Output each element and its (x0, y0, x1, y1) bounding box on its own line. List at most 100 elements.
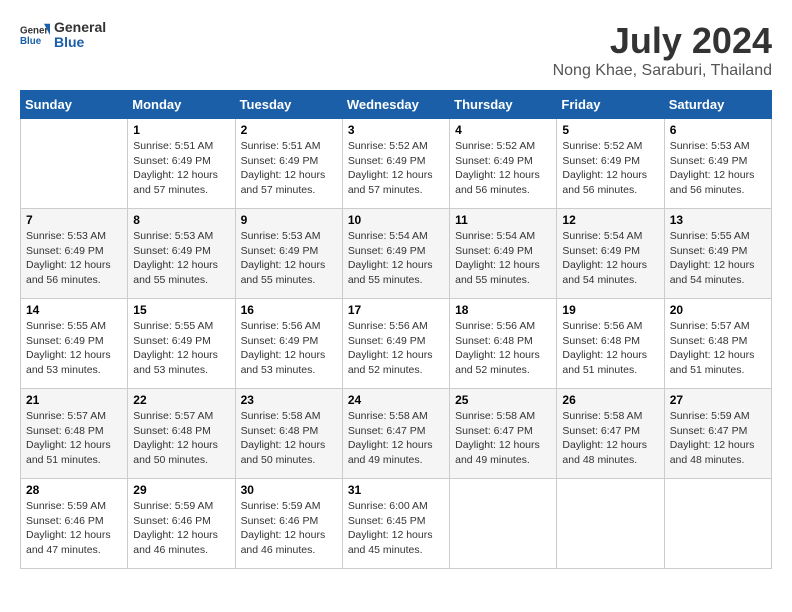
day-number: 15 (133, 303, 229, 317)
day-info: Sunrise: 5:52 AM Sunset: 6:49 PM Dayligh… (455, 139, 551, 198)
day-info: Sunrise: 5:56 AM Sunset: 6:49 PM Dayligh… (348, 319, 444, 378)
logo-blue-text: Blue (54, 35, 106, 50)
day-number: 14 (26, 303, 122, 317)
day-number: 25 (455, 393, 551, 407)
weekday-header-monday: Monday (128, 91, 235, 119)
calendar-cell: 13 Sunrise: 5:55 AM Sunset: 6:49 PM Dayli… (664, 209, 771, 299)
day-number: 8 (133, 213, 229, 227)
calendar-cell: 6Sunrise: 5:53 AM Sunset: 6:49 PM Daylig… (664, 119, 771, 209)
day-number: 30 (241, 483, 337, 497)
calendar-cell: 16 Sunrise: 5:56 AM Sunset: 6:49 PM Dayli… (235, 299, 342, 389)
day-info: Sunrise: 5:53 AM Sunset: 6:49 PM Dayligh… (133, 229, 229, 288)
day-info: Sunrise: 5:59 AM Sunset: 6:46 PM Dayligh… (133, 499, 229, 558)
day-info: Sunrise: 5:51 AM Sunset: 6:49 PM Dayligh… (133, 139, 229, 198)
day-number: 31 (348, 483, 444, 497)
calendar-cell: 28 Sunrise: 5:59 AM Sunset: 6:46 PM Dayli… (21, 479, 128, 569)
day-info: Sunrise: 5:58 AM Sunset: 6:47 PM Dayligh… (348, 409, 444, 468)
calendar-cell: 29 Sunrise: 5:59 AM Sunset: 6:46 PM Dayli… (128, 479, 235, 569)
calendar-cell: 5 Sunrise: 5:52 AM Sunset: 6:49 PM Daylig… (557, 119, 664, 209)
day-number: 5 (562, 123, 658, 137)
calendar-cell: 14 Sunrise: 5:55 AM Sunset: 6:49 PM Dayli… (21, 299, 128, 389)
day-info: Sunrise: 5:57 AM Sunset: 6:48 PM Dayligh… (670, 319, 766, 378)
weekday-header-wednesday: Wednesday (342, 91, 449, 119)
day-info: Sunrise: 5:57 AM Sunset: 6:48 PM Dayligh… (26, 409, 122, 468)
day-number: 21 (26, 393, 122, 407)
calendar-cell: 11Sunrise: 5:54 AM Sunset: 6:49 PM Dayli… (450, 209, 557, 299)
calendar-week-row: 1 Sunrise: 5:51 AM Sunset: 6:49 PM Daylig… (21, 119, 772, 209)
day-info: Sunrise: 5:54 AM Sunset: 6:49 PM Dayligh… (562, 229, 658, 288)
calendar-cell: 15Sunrise: 5:55 AM Sunset: 6:49 PM Dayli… (128, 299, 235, 389)
day-info: Sunrise: 6:00 AM Sunset: 6:45 PM Dayligh… (348, 499, 444, 558)
day-number: 10 (348, 213, 444, 227)
day-info: Sunrise: 5:55 AM Sunset: 6:49 PM Dayligh… (26, 319, 122, 378)
day-info: Sunrise: 5:55 AM Sunset: 6:49 PM Dayligh… (670, 229, 766, 288)
day-number: 20 (670, 303, 766, 317)
logo-icon: General Blue (20, 20, 50, 50)
calendar-cell: 31 Sunrise: 6:00 AM Sunset: 6:45 PM Dayli… (342, 479, 449, 569)
calendar-cell: 27 Sunrise: 5:59 AM Sunset: 6:47 PM Dayli… (664, 389, 771, 479)
calendar-week-row: 7 Sunrise: 5:53 AM Sunset: 6:49 PM Daylig… (21, 209, 772, 299)
calendar-cell: 7Sunrise: 5:53 AM Sunset: 6:49 PM Daylig… (21, 209, 128, 299)
day-info: Sunrise: 5:58 AM Sunset: 6:47 PM Dayligh… (455, 409, 551, 468)
logo: General Blue General Blue (20, 20, 106, 51)
weekday-header-sunday: Sunday (21, 91, 128, 119)
calendar-cell: 8 Sunrise: 5:53 AM Sunset: 6:49 PM Daylig… (128, 209, 235, 299)
location-title: Nong Khae, Saraburi, Thailand (553, 62, 772, 80)
svg-text:Blue: Blue (20, 36, 42, 47)
day-number: 4 (455, 123, 551, 137)
month-title: July 2024 (553, 20, 772, 62)
day-number: 7 (26, 213, 122, 227)
day-number: 16 (241, 303, 337, 317)
day-number: 26 (562, 393, 658, 407)
calendar-cell: 26Sunrise: 5:58 AM Sunset: 6:47 PM Dayli… (557, 389, 664, 479)
day-number: 24 (348, 393, 444, 407)
day-number: 23 (241, 393, 337, 407)
logo-general-text: General (54, 20, 106, 35)
calendar-cell (21, 119, 128, 209)
calendar-cell: 12Sunrise: 5:54 AM Sunset: 6:49 PM Dayli… (557, 209, 664, 299)
day-info: Sunrise: 5:56 AM Sunset: 6:49 PM Dayligh… (241, 319, 337, 378)
day-number: 9 (241, 213, 337, 227)
calendar-cell: 24 Sunrise: 5:58 AM Sunset: 6:47 PM Dayli… (342, 389, 449, 479)
day-number: 29 (133, 483, 229, 497)
day-info: Sunrise: 5:59 AM Sunset: 6:46 PM Dayligh… (26, 499, 122, 558)
calendar-cell: 21 Sunrise: 5:57 AM Sunset: 6:48 PM Dayli… (21, 389, 128, 479)
calendar-table: SundayMondayTuesdayWednesdayThursdayFrid… (20, 90, 772, 569)
calendar-cell: 2 Sunrise: 5:51 AM Sunset: 6:49 PM Daylig… (235, 119, 342, 209)
calendar-cell: 4 Sunrise: 5:52 AM Sunset: 6:49 PM Daylig… (450, 119, 557, 209)
calendar-cell: 18Sunrise: 5:56 AM Sunset: 6:48 PM Dayli… (450, 299, 557, 389)
title-area: July 2024 Nong Khae, Saraburi, Thailand (553, 20, 772, 80)
calendar-week-row: 21 Sunrise: 5:57 AM Sunset: 6:48 PM Dayli… (21, 389, 772, 479)
calendar-cell: 30Sunrise: 5:59 AM Sunset: 6:46 PM Dayli… (235, 479, 342, 569)
page-header: General Blue General Blue July 2024 Nong… (20, 20, 772, 80)
calendar-cell (557, 479, 664, 569)
weekday-header-thursday: Thursday (450, 91, 557, 119)
day-number: 28 (26, 483, 122, 497)
day-info: Sunrise: 5:52 AM Sunset: 6:49 PM Dayligh… (562, 139, 658, 198)
calendar-cell: 25 Sunrise: 5:58 AM Sunset: 6:47 PM Dayli… (450, 389, 557, 479)
calendar-cell: 1 Sunrise: 5:51 AM Sunset: 6:49 PM Daylig… (128, 119, 235, 209)
day-info: Sunrise: 5:56 AM Sunset: 6:48 PM Dayligh… (455, 319, 551, 378)
day-number: 17 (348, 303, 444, 317)
day-number: 27 (670, 393, 766, 407)
day-number: 1 (133, 123, 229, 137)
day-info: Sunrise: 5:53 AM Sunset: 6:49 PM Dayligh… (670, 139, 766, 198)
day-number: 11 (455, 213, 551, 227)
weekday-header-tuesday: Tuesday (235, 91, 342, 119)
svg-text:General: General (20, 26, 50, 37)
day-number: 3 (348, 123, 444, 137)
day-info: Sunrise: 5:56 AM Sunset: 6:48 PM Dayligh… (562, 319, 658, 378)
day-info: Sunrise: 5:58 AM Sunset: 6:48 PM Dayligh… (241, 409, 337, 468)
day-number: 22 (133, 393, 229, 407)
calendar-cell: 10 Sunrise: 5:54 AM Sunset: 6:49 PM Dayli… (342, 209, 449, 299)
calendar-cell (450, 479, 557, 569)
calendar-cell: 23 Sunrise: 5:58 AM Sunset: 6:48 PM Dayli… (235, 389, 342, 479)
calendar-body: 1 Sunrise: 5:51 AM Sunset: 6:49 PM Daylig… (21, 119, 772, 569)
day-info: Sunrise: 5:57 AM Sunset: 6:48 PM Dayligh… (133, 409, 229, 468)
day-info: Sunrise: 5:59 AM Sunset: 6:47 PM Dayligh… (670, 409, 766, 468)
day-info: Sunrise: 5:54 AM Sunset: 6:49 PM Dayligh… (348, 229, 444, 288)
day-number: 2 (241, 123, 337, 137)
day-info: Sunrise: 5:51 AM Sunset: 6:49 PM Dayligh… (241, 139, 337, 198)
calendar-week-row: 14 Sunrise: 5:55 AM Sunset: 6:49 PM Dayli… (21, 299, 772, 389)
day-number: 13 (670, 213, 766, 227)
